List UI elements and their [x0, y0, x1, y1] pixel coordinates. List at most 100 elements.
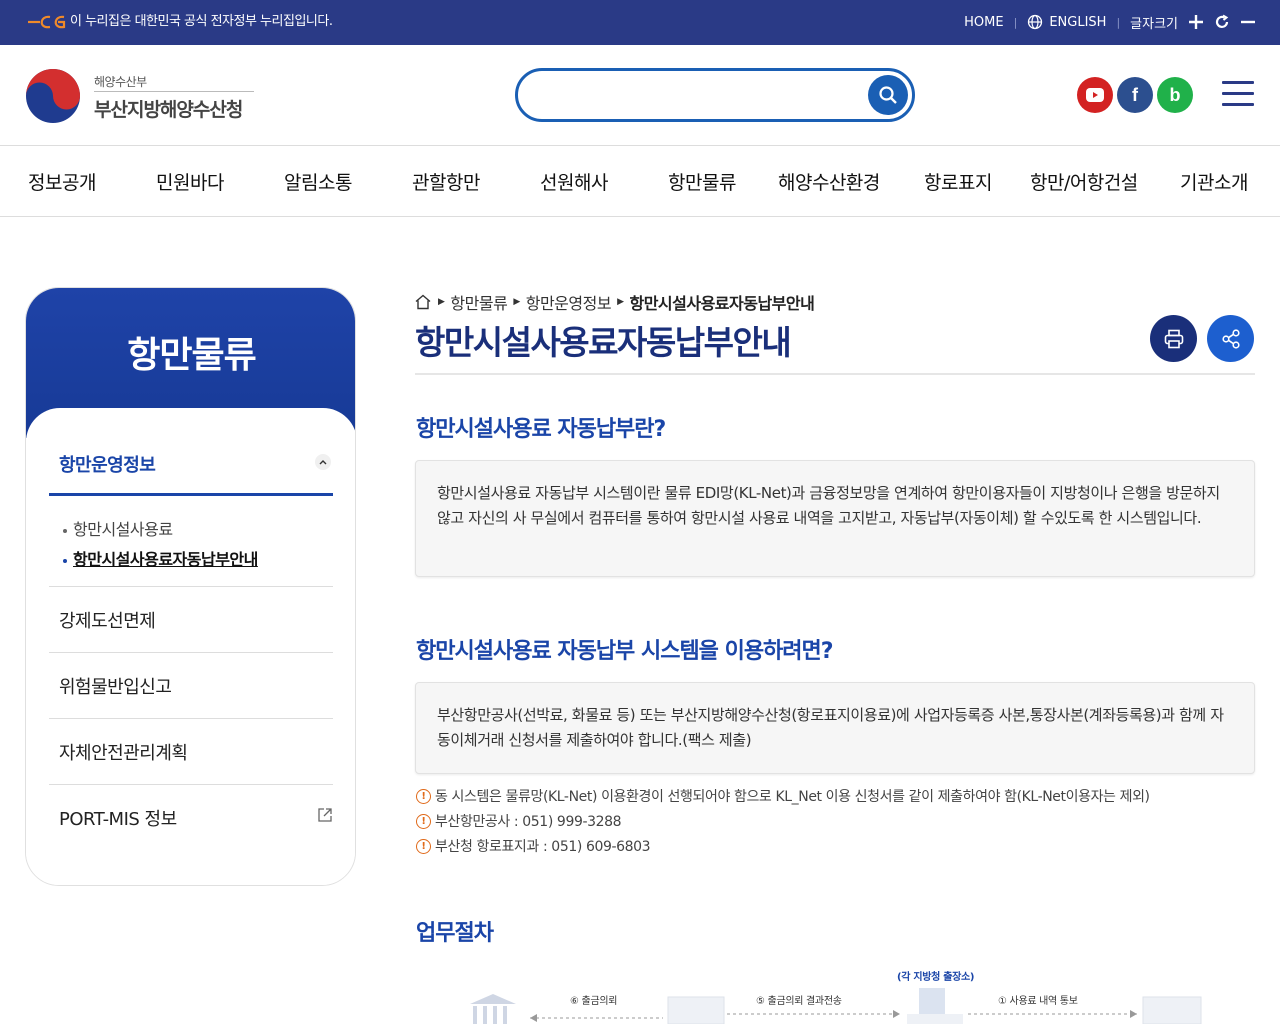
- divider: |: [1116, 15, 1121, 29]
- section-heading: 항만시설사용료 자동납부란?: [416, 417, 666, 442]
- sidebar-item-label: 위험물반입신고: [59, 677, 172, 698]
- bullet-icon: [63, 558, 67, 563]
- english-label: ENGLISH: [1049, 14, 1107, 30]
- external-link-icon: [318, 808, 332, 822]
- breadcrumb-separator: ▶: [513, 297, 520, 307]
- gnb-item-seafarer[interactable]: 선원해사: [540, 168, 608, 195]
- note-item: ! 부산항만공사 : 051) 999-3288: [416, 811, 622, 831]
- ministry-name: 해양수산부: [94, 75, 147, 89]
- breadcrumb-level1[interactable]: 항만물류: [450, 290, 507, 314]
- youtube-icon: [1086, 88, 1104, 102]
- globe-icon: [1028, 14, 1043, 30]
- info-text: 부산항만공사(선박료, 화물료 등) 또는 부산지방해양수산청(항로표지이용료)…: [437, 706, 1224, 749]
- font-decrease-button[interactable]: [1240, 14, 1256, 30]
- section-heading: 업무절차: [416, 921, 494, 946]
- gnb-item-about[interactable]: 기관소개: [1180, 168, 1248, 195]
- submenu-label: 항만시설사용료: [73, 520, 173, 539]
- sidebar-item-pilotage-exemption[interactable]: 강제도선면제: [49, 586, 333, 652]
- note-item: ! 동 시스템은 물류망(KL-Net) 이용환경이 선행되어야 함으로 KL_…: [416, 786, 1150, 806]
- info-text: 항만시설사용료 자동납부 시스템이란 물류 EDI망(KL-Net)과 금융정보…: [437, 484, 1220, 527]
- site-header: 해양수산부 부산지방해양수산청 f b: [0, 45, 1280, 145]
- gnb-item-construction[interactable]: 항만/어항건설: [1030, 168, 1138, 195]
- server-box-icon: [667, 996, 725, 1024]
- dashed-arrow-left: [530, 1014, 663, 1022]
- bullet-icon: [63, 528, 67, 533]
- sidebar-item-port-operation[interactable]: 항만운영정보: [59, 451, 156, 477]
- submenu-label: 항만시설사용료자동납부안내: [73, 550, 258, 569]
- section-heading: 항만시설사용료 자동납부 시스템을 이용하려면?: [416, 639, 834, 664]
- gnb-item-info[interactable]: 정보공개: [28, 168, 96, 195]
- facebook-icon: f: [1132, 84, 1138, 105]
- chevron-up-icon: [319, 460, 327, 465]
- minus-icon: [1241, 20, 1255, 24]
- search-button[interactable]: [868, 75, 908, 115]
- dashed-arrow-right: [727, 1010, 900, 1018]
- blog-link[interactable]: b: [1157, 77, 1193, 113]
- gov-banner: 이 누리집은 대한민국 공식 전자정부 누리집입니다. HOME | ENGLI…: [0, 0, 1280, 45]
- gnb-item-notice[interactable]: 알림소통: [284, 168, 352, 195]
- sidebar-item-dangerous-goods[interactable]: 위험물반입신고: [49, 652, 333, 718]
- active-underline: [49, 493, 333, 496]
- info-icon: !: [416, 788, 431, 804]
- utility-links: HOME | ENGLISH | 글자크기: [964, 12, 1256, 32]
- info-box: 부산항만공사(선박료, 화물료 등) 또는 부산지방해양수산청(항로표지이용료)…: [415, 682, 1255, 774]
- sidebar-item-label: 강제도선면제: [59, 611, 156, 632]
- main-navigation: 정보공개 민원바다 알림소통 관할항만 선원해사 항만물류 해양수산환경 항로표…: [0, 145, 1280, 217]
- english-link[interactable]: ENGLISH: [1027, 14, 1106, 30]
- sidebar-item-label: PORT-MIS 정보: [59, 809, 177, 830]
- font-reset-button[interactable]: [1214, 14, 1230, 30]
- gov-notice: 이 누리집은 대한민국 공식 전자정부 누리집입니다.: [70, 14, 333, 29]
- search-icon: [879, 86, 897, 104]
- sidebar-item-port-mis[interactable]: PORT-MIS 정보: [49, 784, 333, 850]
- gnb-item-environment[interactable]: 해양수산환경: [778, 168, 880, 195]
- facebook-link[interactable]: f: [1117, 77, 1153, 113]
- gnb-item-ports[interactable]: 관할항만: [412, 168, 480, 195]
- menu-button[interactable]: [1222, 81, 1254, 107]
- printer-icon: [1164, 329, 1183, 348]
- bank-building-icon: [470, 994, 516, 1024]
- refresh-icon: [1215, 14, 1229, 28]
- office-building-icon: [907, 988, 963, 1024]
- dashed-arrow-right: [968, 1010, 1137, 1018]
- hamburger-line: [1222, 81, 1254, 84]
- print-button[interactable]: [1150, 315, 1197, 362]
- gnb-item-navaids[interactable]: 항로표지: [924, 168, 992, 195]
- note-text: 부산항만공사 : 051) 999-3288: [435, 814, 622, 830]
- info-icon: !: [416, 813, 431, 829]
- server-box-icon: [1142, 996, 1202, 1024]
- taegeuk-emblem-icon[interactable]: [25, 68, 81, 124]
- home-icon[interactable]: [414, 293, 432, 311]
- title-divider: [415, 373, 1255, 375]
- breadcrumb: ▶ 항만물류 ▶ 항만운영정보 ▶ 항만시설사용료자동납부안내: [414, 290, 815, 314]
- share-button[interactable]: [1207, 315, 1254, 362]
- font-size-label: 글자크기: [1130, 16, 1178, 32]
- info-icon: !: [416, 838, 431, 854]
- note-text: 동 시스템은 물류망(KL-Net) 이용환경이 선행되어야 함으로 KL_Ne…: [435, 789, 1150, 805]
- blog-icon: b: [1169, 84, 1181, 105]
- agency-name[interactable]: 부산지방해양수산청: [94, 95, 243, 122]
- submenu-item[interactable]: 항만시설사용료: [63, 516, 173, 540]
- sidebar-title: 항만물류: [127, 335, 256, 376]
- submenu-item-active[interactable]: 항만시설사용료자동납부안내: [63, 546, 258, 570]
- font-increase-button[interactable]: [1188, 14, 1204, 30]
- gnb-item-logistics[interactable]: 항만물류: [668, 168, 736, 195]
- sidebar-item-safety-plan[interactable]: 자체안전관리계획: [49, 718, 333, 784]
- process-diagram: (각 지방청 출장소) ⑥ 출금의뢰 ⑤ 출금의뢰 결과전송 ① 사용료 내역 …: [415, 960, 1255, 1024]
- note-text: 부산청 항로표지과 : 051) 609-6803: [435, 839, 651, 855]
- collapse-toggle[interactable]: [315, 454, 331, 470]
- info-box: 항만시설사용료 자동납부 시스템이란 물류 EDI망(KL-Net)과 금융정보…: [415, 460, 1255, 577]
- sidebar: 항만물류 항만운영정보 항만시설사용료 항만시설사용료자동납부안내 강제도선면제…: [25, 287, 356, 886]
- breadcrumb-level2[interactable]: 항만운영정보: [526, 290, 612, 314]
- gnb-item-civil[interactable]: 민원바다: [156, 168, 224, 195]
- plus-icon: [1189, 15, 1203, 29]
- youtube-link[interactable]: [1077, 77, 1113, 113]
- search-input[interactable]: [515, 68, 915, 122]
- home-link[interactable]: HOME: [964, 15, 1003, 30]
- divider: |: [1013, 15, 1018, 29]
- egov-logo-icon: [28, 15, 66, 29]
- logo-divider: [94, 91, 254, 92]
- breadcrumb-current: 항만시설사용료자동납부안내: [629, 294, 815, 313]
- breadcrumb-separator: ▶: [617, 297, 624, 307]
- page-title: 항만시설사용료자동납부안내: [415, 323, 792, 362]
- breadcrumb-separator: ▶: [438, 297, 445, 307]
